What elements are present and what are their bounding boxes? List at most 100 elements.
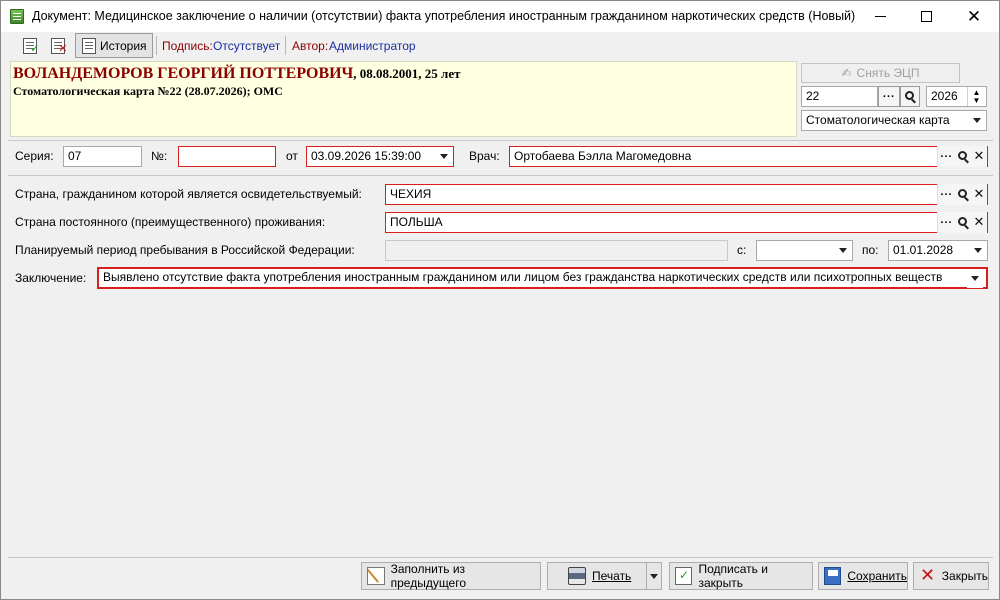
card-type-select[interactable]: Стоматологическая карта bbox=[801, 110, 987, 131]
minimize-icon bbox=[874, 16, 886, 17]
number-input[interactable] bbox=[178, 146, 276, 167]
conclusion-select[interactable]: Выявлено отсутствие факта употребления и… bbox=[97, 267, 988, 289]
signature-hand-icon: ✍ bbox=[841, 66, 852, 80]
sign-document-icon bbox=[675, 567, 693, 585]
doctor-label: Врач: bbox=[469, 149, 500, 163]
citizenship-input[interactable]: ЧЕХИЯ bbox=[385, 184, 988, 205]
author-value: Администратор bbox=[329, 39, 416, 53]
period-from-label: с: bbox=[737, 243, 747, 257]
period-to-value: 01.01.2028 bbox=[893, 243, 954, 257]
document-app-icon bbox=[10, 9, 24, 24]
date-from-value: 03.09.2026 15:39:00 bbox=[311, 149, 422, 163]
citizenship-clear-button[interactable]: ✕ bbox=[971, 184, 987, 205]
save-button[interactable]: Сохранить bbox=[818, 562, 908, 590]
chevron-down-icon bbox=[440, 154, 448, 159]
residence-input[interactable]: ПОЛЬША bbox=[385, 212, 988, 233]
minimize-button[interactable] bbox=[857, 1, 903, 32]
close-window-button[interactable]: ✕ bbox=[951, 1, 997, 32]
residence-search-button[interactable] bbox=[955, 212, 971, 233]
date-from-input[interactable]: 03.09.2026 15:39:00 bbox=[306, 146, 454, 167]
card-type-dropdown-arrow[interactable] bbox=[969, 111, 985, 130]
sign-document-icon: ✓ bbox=[22, 37, 40, 54]
card-type-value: Стоматологическая карта bbox=[806, 113, 950, 127]
signature-status: Отсутствует bbox=[213, 39, 281, 53]
ellipsis-icon: ... bbox=[882, 88, 896, 100]
citizenship-search-button[interactable] bbox=[955, 184, 971, 205]
year-spinner[interactable]: ▲ ▼ bbox=[967, 87, 985, 106]
from-label: от bbox=[286, 149, 298, 163]
residence-label: Страна постоянного (преимущественного) п… bbox=[15, 215, 326, 229]
clear-icon: ✕ bbox=[973, 215, 985, 230]
period-to-dropdown-arrow[interactable] bbox=[970, 241, 986, 260]
series-input[interactable]: 07 bbox=[63, 146, 142, 167]
maximize-icon bbox=[920, 11, 932, 22]
citizenship-lookup-button[interactable]: ... bbox=[937, 184, 955, 205]
signature-label: Подпись: bbox=[162, 39, 213, 53]
title-bar: Документ: Медицинское заключение о налич… bbox=[1, 1, 999, 32]
patient-details: , 08.08.2001, 25 лет bbox=[353, 66, 461, 81]
ellipsis-icon: ... bbox=[940, 214, 953, 226]
sign-document-button[interactable]: ✓ bbox=[18, 34, 41, 57]
fill-from-previous-label: Заполнить из предыдущего bbox=[390, 562, 467, 590]
card-search-button[interactable] bbox=[900, 86, 920, 107]
spin-arrows-icon: ▲ ▼ bbox=[972, 87, 981, 105]
period-from-dropdown-arrow[interactable] bbox=[835, 241, 851, 260]
toolbar-separator bbox=[156, 36, 157, 55]
remove-ecp-button[interactable]: ✍ Снять ЭЦП bbox=[801, 63, 960, 83]
residence-lookup-button[interactable]: ... bbox=[937, 212, 955, 233]
history-label: История bbox=[100, 38, 147, 53]
toolbar: ✓ ✕ История Подпись: Отсутствует Автор: … bbox=[1, 32, 999, 59]
patient-name: ВОЛАНДЕМОРОВ ГЕОРГИЙ ПОТТЕРОВИЧ bbox=[13, 65, 354, 82]
conclusion-value: Выявлено отсутствие факта употребления и… bbox=[103, 270, 943, 284]
clear-icon: ✕ bbox=[973, 149, 985, 164]
document-window: Документ: Медицинское заключение о налич… bbox=[0, 0, 1000, 600]
unsign-document-button[interactable]: ✕ bbox=[46, 34, 69, 57]
clear-icon: ✕ bbox=[973, 187, 985, 202]
year-value: 2026 bbox=[931, 89, 958, 103]
period-label: Планируемый период пребывания в Российск… bbox=[15, 243, 355, 257]
date-from-dropdown-arrow[interactable] bbox=[436, 147, 452, 166]
printer-icon bbox=[568, 567, 586, 585]
search-icon bbox=[957, 217, 967, 226]
divider bbox=[8, 175, 993, 176]
history-log-icon bbox=[82, 37, 96, 54]
chevron-down-icon bbox=[974, 248, 982, 253]
window-title: Документ: Медицинское заключение о налич… bbox=[32, 9, 856, 23]
card-lookup-button[interactable]: ... bbox=[878, 86, 900, 107]
print-options-arrow[interactable] bbox=[647, 562, 662, 590]
doctor-clear-button[interactable]: ✕ bbox=[971, 146, 987, 167]
doctor-input[interactable]: Ортобаева Бэлла Магомедовна bbox=[509, 146, 988, 167]
print-label: Печать bbox=[592, 569, 632, 583]
card-number-input[interactable]: 22 bbox=[801, 86, 878, 107]
maximize-button[interactable] bbox=[903, 1, 949, 32]
search-icon bbox=[904, 91, 914, 100]
conclusion-dropdown-arrow[interactable] bbox=[967, 269, 983, 288]
close-button[interactable]: Закрыть bbox=[913, 562, 989, 590]
patient-info-panel: ВОЛАНДЕМОРОВ ГЕОРГИЙ ПОТТЕРОВИЧ, 08.08.2… bbox=[10, 61, 797, 137]
period-to-label: по: bbox=[862, 243, 879, 257]
number-label: №: bbox=[151, 149, 168, 163]
doctor-lookup-button[interactable]: ... bbox=[937, 146, 955, 167]
close-label: Закрыть bbox=[941, 569, 988, 583]
save-label: Сохранить bbox=[847, 569, 907, 583]
close-red-x-icon bbox=[919, 565, 936, 586]
ellipsis-icon: ... bbox=[940, 148, 953, 160]
print-button[interactable]: Печать bbox=[547, 562, 647, 590]
divider bbox=[8, 140, 993, 141]
search-icon bbox=[957, 151, 967, 160]
history-button[interactable]: История bbox=[75, 33, 153, 58]
fill-from-previous-button[interactable]: Заполнить из предыдущего bbox=[361, 562, 541, 590]
chevron-down-icon bbox=[650, 573, 658, 579]
author-label: Автор: bbox=[292, 39, 329, 53]
unsign-document-icon: ✕ bbox=[50, 37, 68, 54]
sign-and-close-button[interactable]: Подписать и закрыть bbox=[669, 562, 813, 590]
chevron-down-icon bbox=[973, 118, 981, 123]
residence-clear-button[interactable]: ✕ bbox=[971, 212, 987, 233]
remove-ecp-label: Снять ЭЦП bbox=[856, 66, 920, 80]
period-input[interactable] bbox=[385, 240, 728, 261]
patient-card: Стоматологическая карта №22 (28.07.2026)… bbox=[13, 84, 283, 98]
divider bbox=[8, 557, 993, 558]
doctor-search-button[interactable] bbox=[955, 146, 971, 167]
chevron-down-icon bbox=[839, 248, 847, 253]
toolbar-separator bbox=[285, 36, 286, 55]
